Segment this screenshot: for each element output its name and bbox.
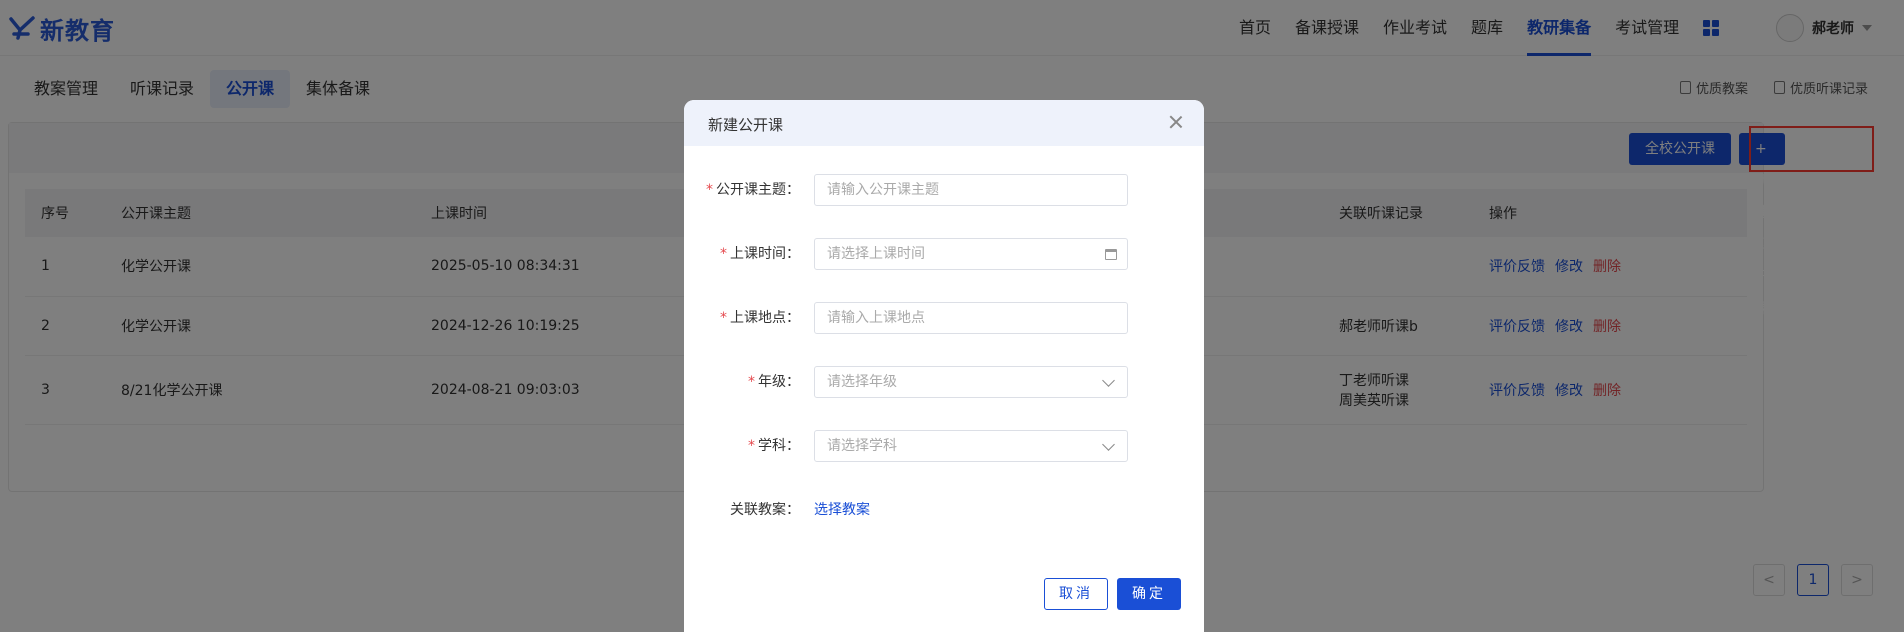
topic-input[interactable]: 请输入公开课主题 [814, 174, 1128, 206]
calendar-icon [1105, 249, 1117, 260]
choose-plan-link[interactable]: 选择教案 [814, 494, 870, 526]
chevron-down-icon [1102, 374, 1115, 387]
plan-label: 关联教案： [730, 502, 800, 518]
subject-select[interactable]: 请选择学科 [814, 430, 1128, 462]
location-row: * 上课地点： 请输入上课地点 [684, 302, 1204, 334]
grade-label: * 年级： [748, 374, 800, 390]
topic-row: * 公开课主题： 请输入公开课主题 [684, 174, 1204, 206]
new-open-class-dialog: 新建公开课 * 公开课主题： 请输入公开课主题 * 上课时间： 请选择上课时间 * 上… [684, 100, 1204, 632]
location-label: * 上课地点： [720, 310, 800, 326]
cancel-button[interactable]: 取消 [1044, 578, 1108, 610]
dialog-header: 新建公开课 [684, 100, 1204, 146]
time-label: * 上课时间： [720, 246, 800, 262]
topic-label: * 公开课主题： [706, 182, 800, 198]
time-picker[interactable]: 请选择上课时间 [814, 238, 1128, 270]
plan-row: 关联教案： 选择教案 [684, 494, 1204, 526]
confirm-button[interactable]: 确定 [1117, 578, 1181, 610]
chevron-down-icon [1102, 438, 1115, 451]
subject-row: * 学科： 请选择学科 [684, 430, 1204, 462]
dialog-title: 新建公开课 [708, 116, 784, 134]
grade-select[interactable]: 请选择年级 [814, 366, 1128, 398]
grade-row: * 年级： 请选择年级 [684, 366, 1204, 398]
location-input[interactable]: 请输入上课地点 [814, 302, 1128, 334]
time-row: * 上课时间： 请选择上课时间 [684, 238, 1204, 270]
subject-label: * 学科： [748, 438, 800, 454]
close-icon[interactable] [1168, 114, 1184, 130]
